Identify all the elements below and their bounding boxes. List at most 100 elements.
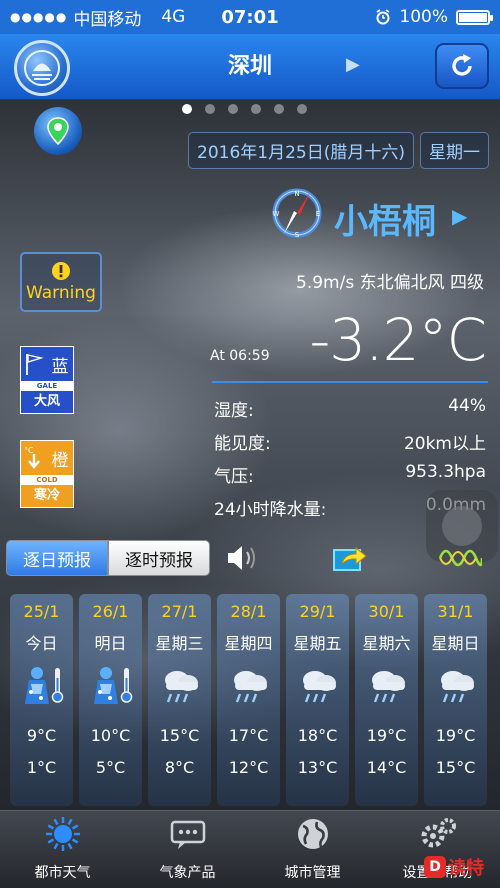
forecast-date: 25/1 bbox=[23, 602, 60, 621]
refresh-icon bbox=[452, 54, 472, 76]
station-name[interactable]: 小梧桐 bbox=[334, 194, 436, 243]
rain-cloud-icon bbox=[155, 664, 205, 708]
forecast-high: 18°C bbox=[297, 726, 338, 745]
status-time: 07:01 bbox=[221, 6, 279, 28]
forecast-day[interactable]: 29/1 星期五 18°C 13°C bbox=[286, 594, 349, 806]
forecast-weekday: 明日 bbox=[94, 634, 127, 653]
svg-text:S: S bbox=[295, 231, 300, 239]
date-text: 2016年1月25日(腊月十六) bbox=[188, 131, 414, 169]
snow-person-icon bbox=[86, 664, 136, 708]
forecast-day[interactable]: 25/1 今日 9°C 1°C bbox=[10, 594, 73, 806]
observation-time: At 06:59 bbox=[210, 348, 270, 364]
wind-info: 5.9m/s 东北偏北风 四级 bbox=[296, 273, 484, 293]
forecast-high: 9°C bbox=[26, 726, 57, 745]
share-icon[interactable] bbox=[330, 542, 370, 574]
detail-label: 气压: bbox=[214, 467, 254, 487]
page-dot[interactable] bbox=[205, 104, 215, 114]
battery-percent: 100% bbox=[399, 7, 448, 27]
gale-en-label: GALE bbox=[21, 381, 73, 391]
cold-cn-label: 寒冷 bbox=[33, 488, 60, 503]
tabbar-item[interactable]: 气象产品 bbox=[125, 811, 250, 888]
detail-label: 24小时降水量: bbox=[214, 500, 327, 520]
rain-cloud-icon bbox=[362, 664, 412, 708]
watermark-logo: D 读特 bbox=[424, 854, 484, 880]
sun-icon bbox=[43, 816, 83, 856]
tab-hourly-forecast[interactable]: 逐时预报 bbox=[108, 540, 210, 576]
warning-label: Warning bbox=[26, 283, 96, 303]
rain-cloud-icon bbox=[293, 664, 343, 708]
svg-text:°C: °C bbox=[24, 446, 34, 455]
forecast-weekday: 星期六 bbox=[362, 634, 411, 653]
forecast-low: 8°C bbox=[164, 758, 195, 777]
forecast-weekday: 星期三 bbox=[155, 634, 204, 653]
page-dot[interactable] bbox=[251, 104, 261, 114]
nav-bar: 深圳 ▶ bbox=[0, 34, 500, 100]
forecast-day[interactable]: 26/1 明日 10°C 5°C bbox=[79, 594, 142, 806]
gale-cn-label: 大风 bbox=[33, 394, 60, 409]
forecast-low: 12°C bbox=[228, 758, 269, 777]
page-dot[interactable] bbox=[182, 104, 192, 114]
tabbar-item[interactable]: 都市天气 bbox=[0, 811, 125, 888]
forecast-date: 29/1 bbox=[299, 602, 336, 621]
page-dot[interactable] bbox=[274, 104, 284, 114]
forecast-weekday: 星期四 bbox=[224, 634, 273, 653]
page-dot[interactable] bbox=[297, 104, 307, 114]
forecast-day[interactable]: 28/1 星期四 17°C 12°C bbox=[217, 594, 280, 806]
watermark-text: 读特 bbox=[448, 858, 484, 879]
detail-label: 能见度: bbox=[214, 434, 271, 454]
forecast-high: 10°C bbox=[90, 726, 131, 745]
svg-text:E: E bbox=[316, 210, 320, 218]
forecast-day[interactable]: 30/1 星期六 19°C 14°C bbox=[355, 594, 418, 806]
weekday-text: 星期一 bbox=[419, 131, 489, 169]
page-indicator bbox=[182, 104, 307, 114]
svg-text:W: W bbox=[273, 210, 280, 218]
gale-warning-badge[interactable]: 蓝 GALE 大风 bbox=[20, 346, 74, 414]
signal-strength: ●●●●● bbox=[10, 10, 68, 24]
tabbar-label: 气象产品 bbox=[159, 865, 216, 881]
forecast-day[interactable]: 27/1 星期三 15°C 8°C bbox=[148, 594, 211, 806]
globe-icon bbox=[293, 816, 333, 856]
snow-person-icon bbox=[17, 664, 67, 708]
forecast-low: 13°C bbox=[297, 758, 338, 777]
forecast-date: 30/1 bbox=[368, 602, 405, 621]
tabbar-label: 都市天气 bbox=[34, 865, 91, 881]
station-arrow-icon[interactable]: ▶ bbox=[452, 204, 467, 228]
current-temperature: -3.2°C bbox=[309, 306, 487, 374]
location-globe-icon[interactable] bbox=[34, 107, 82, 155]
refresh-button[interactable] bbox=[435, 43, 489, 89]
speaker-icon[interactable] bbox=[222, 542, 262, 574]
warning-icon bbox=[52, 262, 70, 280]
wave-chart-icon[interactable] bbox=[438, 542, 482, 574]
svg-text:N: N bbox=[294, 190, 299, 198]
forecast-low: 14°C bbox=[366, 758, 407, 777]
rain-cloud-icon bbox=[224, 664, 274, 708]
forecast-date: 27/1 bbox=[161, 602, 198, 621]
flag-icon bbox=[21, 347, 47, 381]
city-title[interactable]: 深圳 bbox=[0, 34, 500, 100]
thermometer-down-icon: °C bbox=[21, 441, 47, 475]
cold-level: 橙 bbox=[51, 450, 69, 471]
tab-daily-forecast[interactable]: 逐日预报 bbox=[6, 540, 108, 576]
status-bar: ●●●●● 中国移动 4G 07:01 100% bbox=[0, 0, 500, 34]
watermark-mark: D bbox=[424, 856, 446, 878]
weather-bureau-logo-icon[interactable] bbox=[14, 40, 70, 96]
forecast-day[interactable]: 31/1 星期日 19°C 15°C bbox=[424, 594, 487, 806]
page-dot[interactable] bbox=[228, 104, 238, 114]
tabbar-item[interactable]: 城市管理 bbox=[250, 811, 375, 888]
next-city-arrow-icon[interactable]: ▶ bbox=[346, 54, 360, 75]
forecast-date: 31/1 bbox=[437, 602, 474, 621]
wind-compass-icon: N S W E bbox=[272, 188, 322, 239]
detail-label: 湿度: bbox=[214, 401, 254, 421]
tabbar-label: 城市管理 bbox=[284, 865, 341, 881]
cold-warning-badge[interactable]: °C 橙 COLD 寒冷 bbox=[20, 440, 74, 508]
forecast-weekday: 今日 bbox=[25, 634, 58, 653]
alarm-icon bbox=[376, 9, 390, 25]
forecast-low: 5°C bbox=[95, 758, 126, 777]
warning-button[interactable]: Warning bbox=[20, 252, 102, 312]
carrier-name: 中国移动 bbox=[73, 9, 142, 30]
forecast-high: 17°C bbox=[228, 726, 269, 745]
cold-en-label: COLD bbox=[21, 475, 73, 485]
message-icon bbox=[168, 816, 208, 856]
toolbar bbox=[222, 540, 482, 576]
forecast-tabs: 逐日预报 逐时预报 bbox=[6, 540, 210, 576]
